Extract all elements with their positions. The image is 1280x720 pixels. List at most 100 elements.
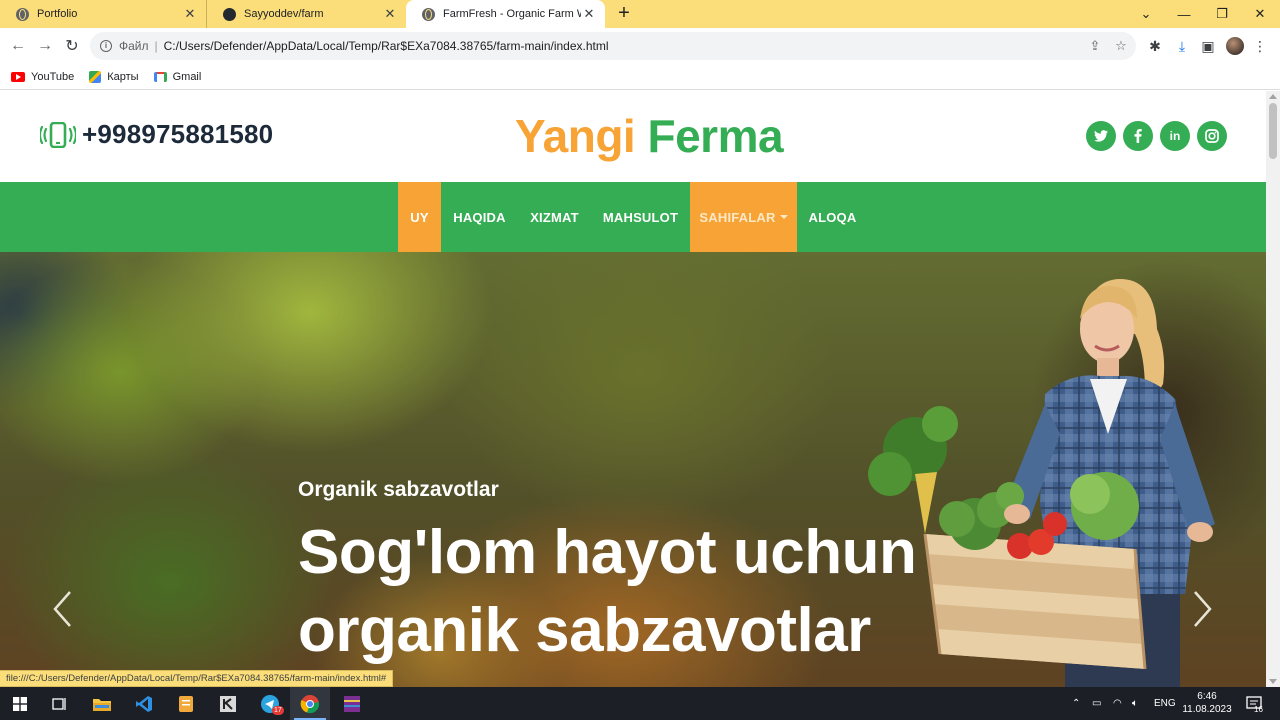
carousel-prev-button[interactable]	[48, 584, 78, 634]
page-viewport: +998975881580 Yangi Ferma in UY HAQIDA X…	[0, 91, 1266, 687]
download-icon[interactable]: ⤓	[1171, 35, 1193, 57]
carousel-next-button[interactable]	[1187, 584, 1217, 634]
site-header: +998975881580 Yangi Ferma in	[0, 91, 1266, 182]
social-links: in	[1086, 121, 1234, 151]
address-bar[interactable]: i Файл | C:/Users/Defender/AppData/Local…	[90, 32, 1136, 60]
instagram-icon[interactable]	[1197, 121, 1227, 151]
brand-part-2: Ferma	[647, 110, 784, 162]
nav-item-aloqa[interactable]: ALOQA	[797, 182, 868, 252]
bookmark-label: Gmail	[172, 70, 202, 83]
maps-icon	[89, 70, 102, 83]
extensions-icon[interactable]: ✱	[1144, 35, 1166, 57]
notes-app-icon[interactable]	[166, 687, 206, 720]
browser-toolbar: ← → ↻ i Файл | C:/Users/Defender/AppData…	[0, 28, 1280, 64]
scroll-thumb[interactable]	[1269, 103, 1277, 159]
minimize-button[interactable]: —	[1165, 0, 1203, 28]
hero-subtitle: Organik sabzavotlar	[298, 478, 499, 501]
tray-chevron-up-icon[interactable]: ⌃	[1072, 687, 1080, 720]
bookmark-label: Карты	[107, 70, 139, 83]
close-icon[interactable]: ✕	[382, 6, 398, 22]
nav-item-mahsulot[interactable]: MAHSULOT	[591, 182, 690, 252]
share-icon[interactable]: ⇪	[1084, 35, 1106, 57]
notification-count: 16	[1254, 705, 1263, 714]
new-tab-button[interactable]: +	[613, 3, 635, 25]
tab-portfolio[interactable]: Portfolio ✕	[0, 0, 206, 28]
side-panel-icon[interactable]: ▣	[1197, 35, 1219, 57]
gmail-icon	[153, 71, 167, 82]
info-icon[interactable]: i	[100, 40, 112, 52]
language-indicator[interactable]: ENG	[1154, 687, 1176, 720]
tab-github[interactable]: Sayyoddev/farm ✕	[206, 0, 406, 28]
nav-dropdown-label: SAHIFALAR	[699, 209, 776, 225]
status-bar-url: file:///C:/Users/Defender/AppData/Local/…	[0, 670, 394, 687]
telegram-icon[interactable]: 17	[250, 687, 290, 720]
vscode-icon[interactable]	[124, 687, 164, 720]
close-icon[interactable]: ✕	[182, 6, 198, 22]
nav-item-xizmat[interactable]: XIZMAT	[518, 182, 591, 252]
tab-title: Sayyoddev/farm	[244, 8, 324, 20]
separator: |	[154, 39, 158, 53]
scheme-label: Файл	[119, 39, 149, 53]
globe-icon	[16, 7, 29, 21]
file-explorer-icon[interactable]	[82, 687, 122, 720]
hero-title-line-2: organik sabzavotlar	[298, 596, 871, 665]
bookmark-youtube[interactable]: YouTube	[11, 71, 74, 83]
browser-tab-strip: Portfolio ✕ Sayyoddev/farm ✕ FarmFresh -…	[0, 0, 1280, 28]
hero-title: Sog'lom hayot uchun organik sabzavotlar	[298, 514, 998, 670]
phone-number: +998975881580	[82, 119, 274, 149]
globe-icon	[422, 7, 435, 21]
phone-vibrate-icon	[40, 121, 76, 148]
brand-part-1: Yangi	[515, 110, 636, 162]
youtube-icon	[11, 71, 25, 82]
chevron-left-icon	[53, 591, 71, 627]
main-navigation: UY HAQIDA XIZMAT MAHSULOT SAHIFALAR ALOQ…	[0, 182, 1266, 252]
phone-contact: +998975881580	[40, 119, 273, 150]
caret-down-icon	[779, 215, 788, 219]
battery-icon[interactable]: ▭	[1092, 687, 1101, 720]
bookmarks-bar: YouTube Карты Gmail	[0, 64, 1280, 90]
windows-start-icon[interactable]	[0, 687, 40, 720]
tab-title: FarmFresh - Organic Farm Websit	[443, 8, 581, 20]
maximize-button[interactable]: ❐	[1203, 0, 1241, 28]
profile-avatar[interactable]	[1226, 37, 1244, 55]
brand-logo[interactable]: Yangi Ferma	[515, 109, 784, 163]
close-icon[interactable]: ✕	[581, 6, 597, 22]
page-scrollbar[interactable]	[1266, 91, 1280, 687]
bookmark-gmail[interactable]: Gmail	[153, 70, 202, 83]
clock-time: 6:46	[1197, 691, 1217, 702]
scroll-down-arrow-icon[interactable]	[1269, 679, 1277, 684]
app-icon-k[interactable]	[208, 687, 248, 720]
nav-item-sahifalar-dropdown[interactable]: SAHIFALAR	[690, 182, 797, 252]
bookmark-star-icon[interactable]: ☆	[1110, 35, 1132, 57]
winrar-icon[interactable]	[332, 687, 372, 720]
chrome-icon[interactable]	[290, 687, 330, 720]
bookmark-maps[interactable]: Карты	[89, 70, 139, 83]
window-close-button[interactable]: ✕	[1241, 0, 1279, 28]
volume-icon[interactable]: 🔈︎	[1132, 687, 1138, 720]
nav-item-uy[interactable]: UY	[398, 182, 441, 252]
reload-button[interactable]: ↻	[61, 35, 83, 57]
windows-taskbar: 17 ⌃ ▭ ◠ 🔈︎ ENG 6:46 11.08.2023 16	[0, 687, 1280, 720]
url-text[interactable]: C:/Users/Defender/AppData/Local/Temp/Rar…	[164, 39, 1084, 53]
bookmark-label: YouTube	[31, 70, 75, 83]
facebook-icon[interactable]	[1123, 121, 1153, 151]
clock-date: 11.08.2023	[1182, 704, 1232, 715]
scroll-up-arrow-icon[interactable]	[1269, 94, 1277, 99]
chevron-right-icon	[1194, 591, 1212, 627]
system-clock[interactable]: 6:46 11.08.2023	[1180, 690, 1234, 716]
menu-icon[interactable]: ⋮	[1249, 35, 1271, 57]
telegram-badge: 17	[272, 706, 284, 715]
tab-search-icon[interactable]: ⌄	[1127, 0, 1165, 28]
hero-title-line-1: Sog'lom hayot uchun	[298, 518, 917, 587]
wifi-icon[interactable]: ◠	[1113, 687, 1122, 720]
nav-item-haqida[interactable]: HAQIDA	[441, 182, 518, 252]
tab-farmfresh[interactable]: FarmFresh - Organic Farm Websit ✕	[406, 0, 605, 28]
linkedin-icon[interactable]: in	[1160, 121, 1190, 151]
tab-title: Portfolio	[37, 8, 78, 20]
hero-carousel: Organik sabzavotlar Sog'lom hayot uchun …	[0, 252, 1266, 687]
back-button[interactable]: ←	[7, 35, 29, 57]
twitter-icon[interactable]	[1086, 121, 1116, 151]
task-view-icon[interactable]	[40, 687, 80, 720]
github-icon	[223, 7, 236, 21]
forward-button[interactable]: →	[34, 35, 56, 57]
